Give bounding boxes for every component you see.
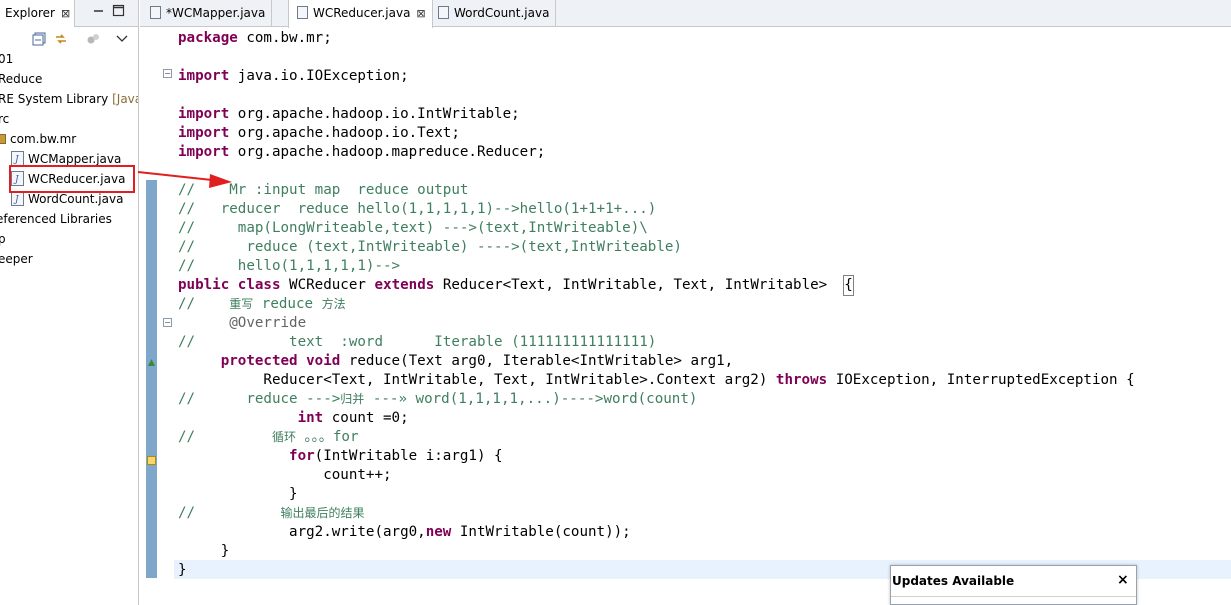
package-icon	[0, 134, 6, 144]
editor-tab-bar: *WCMapper.java WCReducer.java ⊠ WordCount…	[140, 0, 1231, 28]
code-comment-line: // reduce --->归并 ---» word(1,1,1,1,...)-…	[178, 391, 698, 407]
change-ruler	[146, 180, 157, 578]
tree-item-referenced-libraries[interactable]: eferenced Libraries	[0, 209, 112, 229]
focus-icon[interactable]	[86, 31, 100, 45]
folding-ruler	[157, 28, 174, 605]
fold-toggle-icon[interactable]: −	[163, 318, 172, 327]
code-comment-line: // 循环 。。。for	[178, 429, 359, 445]
code-line-method-signature: Reducer<Text, IntWritable, Text, IntWrit…	[178, 372, 1135, 388]
highlight-box	[9, 165, 135, 193]
close-icon[interactable]: ⊠	[416, 7, 425, 20]
code-comment-line: // reducer reduce hello(1,1,1,1,1)-->hel…	[178, 201, 657, 217]
explorer-tab-label: Explorer	[5, 6, 55, 20]
code-line: import org.apache.hadoop.io.Text;	[178, 125, 460, 141]
link-with-editor-icon[interactable]	[54, 31, 68, 45]
code-line: import org.apache.hadoop.mapreduce.Reduc…	[178, 144, 546, 160]
fold-toggle-icon[interactable]: −	[163, 69, 172, 78]
explorer-tab-bar: Explorer ⊠	[0, 0, 138, 27]
tree-item[interactable]: Reduce	[0, 69, 42, 89]
java-file-icon	[297, 6, 308, 19]
code-line-method-signature: protected void reduce(Text arg0, Iterabl…	[220, 353, 734, 369]
tree-item-decoration: [JavaS	[112, 92, 138, 106]
code-comment-line: // reduce (text,IntWriteable) ---->(text…	[178, 239, 682, 255]
annotation-arrow-icon	[137, 171, 232, 188]
java-file-icon	[11, 190, 24, 210]
tree-item[interactable]: eeper	[0, 249, 33, 269]
code-line: count++;	[178, 467, 392, 483]
code-comment-line: // 重写 reduce 方法	[178, 296, 346, 312]
code-editor[interactable]: package com.bw.mr; import java.io.IOExce…	[178, 28, 1231, 605]
tab-wordcount[interactable]: WordCount.java	[430, 0, 557, 27]
code-line: import org.apache.hadoop.io.IntWritable;	[178, 106, 520, 122]
package-explorer-panel: Explorer ⊠ 01 Reduce RE System Library [J…	[0, 0, 139, 605]
tree-item[interactable]: p	[0, 229, 6, 249]
override-marker-icon	[147, 352, 156, 366]
code-line-class-declaration: public class WCReducer extends Reducer<T…	[178, 275, 854, 296]
code-line: for(IntWritable i:arg1) {	[289, 448, 503, 464]
explorer-toolbar	[0, 27, 138, 49]
java-file-icon	[438, 6, 449, 19]
collapse-all-icon[interactable]	[32, 31, 46, 46]
java-file-icon	[150, 6, 161, 19]
code-line: arg2.write(arg0,new IntWritable(count));	[178, 524, 631, 540]
close-icon[interactable]: ×	[1117, 572, 1129, 588]
code-line: }	[178, 562, 187, 578]
minimize-icon[interactable]	[92, 4, 105, 17]
view-menu-chevron-down-icon[interactable]	[115, 31, 129, 45]
code-line: package com.bw.mr;	[178, 30, 332, 46]
code-line: int count =0;	[297, 410, 409, 426]
updates-available-notification[interactable]: Updates Available ×	[890, 565, 1137, 605]
tree-item[interactable]: 01	[0, 49, 13, 69]
tree-item-jre-library[interactable]: RE System Library [JavaS	[0, 89, 138, 109]
divider	[891, 596, 1136, 597]
close-icon[interactable]: ⊠	[61, 7, 70, 20]
tab-wcreducer[interactable]: WCReducer.java ⊠	[288, 0, 433, 28]
code-line: import java.io.IOException;	[178, 68, 409, 84]
code-comment-line: // 输出最后的结果	[178, 505, 365, 521]
code-line: }	[178, 486, 298, 502]
tab-wcmapper[interactable]: *WCMapper.java	[142, 0, 273, 27]
warning-marker-icon	[147, 450, 156, 465]
code-comment-line: // text :word Iterable (111111111111111)	[178, 334, 657, 350]
explorer-tab[interactable]: Explorer ⊠	[0, 0, 76, 27]
tree-item-src[interactable]: rc	[0, 109, 9, 129]
code-annotation-line: @Override	[178, 315, 307, 331]
code-line: }	[178, 543, 230, 559]
maximize-icon[interactable]	[112, 4, 125, 17]
updates-title: Updates Available	[892, 574, 1015, 588]
code-comment-line: // map(LongWriteable,text) --->(text,Int…	[178, 220, 648, 236]
tree-item-package[interactable]: com.bw.mr	[0, 129, 76, 149]
code-comment-line: // hello(1,1,1,1,1)-->	[178, 258, 401, 274]
java-file-icon	[11, 150, 24, 170]
